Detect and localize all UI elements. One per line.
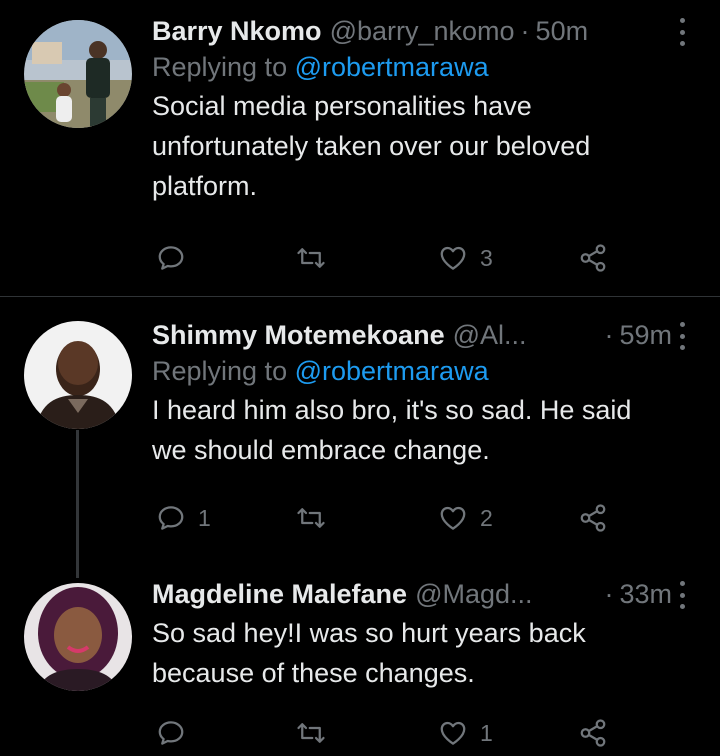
retweet-button[interactable] [296,498,338,538]
display-name[interactable]: Barry Nkomo [152,16,322,47]
share-button[interactable] [578,713,608,753]
replying-to-label: Replying to [152,52,288,82]
timestamp[interactable]: 59m [619,320,672,351]
replying-to-mention[interactable]: @robertmarawa [295,356,489,386]
heart-icon [440,246,466,270]
heart-icon [440,721,466,745]
reply-icon [158,246,184,270]
tweet-header: Barry Nkomo @barry_nkomo · 50m [152,14,700,48]
tweet-text-line: platform. [152,171,258,201]
avatar[interactable] [24,20,132,128]
share-button[interactable] [578,238,608,278]
retweet-button[interactable] [296,713,338,753]
like-button[interactable]: 2 [438,498,493,538]
username[interactable]: @Al... [453,320,527,351]
retweet-icon [297,723,325,743]
display-name[interactable]: Shimmy Motemekoane [152,320,445,351]
reply-button[interactable]: 1 [156,498,211,538]
separator: · [520,15,530,46]
more-options-icon[interactable] [672,322,692,350]
retweet-icon [297,248,325,268]
reply-icon [158,506,184,530]
timestamp[interactable]: 33m [619,579,672,610]
tweet-shimmy-motemekoane[interactable]: Shimmy Motemekoane @Al... · 59m Replying… [0,297,720,563]
share-icon [580,504,606,532]
replying-to: Replying to @robertmarawa [152,48,700,86]
tweet-text-line: we should embrace change. [152,435,490,465]
share-button[interactable] [578,498,608,538]
reply-button[interactable] [156,713,198,753]
like-count: 2 [480,504,493,531]
tweet-header: Magdeline Malefane @Magd... · 33m [152,577,700,611]
replying-to-label: Replying to [152,356,288,386]
tweet-magdeline-malefane[interactable]: Magdeline Malefane @Magd... · 33m So sad… [0,563,720,756]
more-options-icon[interactable] [672,18,692,46]
separator: · [604,319,614,350]
tweet-header: Shimmy Motemekoane @Al... · 59m [152,318,700,352]
like-count: 3 [480,244,493,271]
reply-button[interactable] [156,238,198,278]
tweet-text: Social media personalities have unfortun… [152,86,700,206]
tweet-text-line: I heard him also bro, it's so sad. He sa… [152,395,632,425]
avatar[interactable] [24,321,132,429]
reply-count: 1 [198,504,211,531]
share-icon [580,719,606,747]
tweet-text-line: unfortunately taken over our beloved [152,131,591,161]
tweet-actions: 1 [152,713,622,753]
retweet-icon [297,508,325,528]
tweet-barry-nkomo[interactable]: Barry Nkomo @barry_nkomo · 50m Replying … [0,0,720,296]
share-icon [580,244,606,272]
more-options-icon[interactable] [672,581,692,609]
like-button[interactable]: 1 [438,713,493,753]
tweet-text-line: Social media personalities have [152,91,532,121]
retweet-button[interactable] [296,238,338,278]
tweet-text: So sad hey!I was so hurt years back beca… [152,613,700,693]
username[interactable]: @barry_nkomo [330,16,515,47]
like-button[interactable]: 3 [438,238,493,278]
heart-icon [440,506,466,530]
replying-to-mention[interactable]: @robertmarawa [295,52,489,82]
tweet-actions: 3 [152,238,622,278]
timestamp[interactable]: 50m [536,16,589,47]
tweet-actions: 1 2 [152,498,622,538]
replying-to: Replying to @robertmarawa [152,352,700,390]
username[interactable]: @Magd... [415,579,532,610]
reply-icon [158,721,184,745]
separator: · [604,578,614,609]
tweet-text-line: So sad hey!I was so hurt years back [152,618,586,648]
avatar[interactable] [24,583,132,691]
display-name[interactable]: Magdeline Malefane [152,579,407,610]
tweet-text: I heard him also bro, it's so sad. He sa… [152,390,700,470]
tweet-text-line: because of these changes. [152,658,475,688]
like-count: 1 [480,719,493,746]
